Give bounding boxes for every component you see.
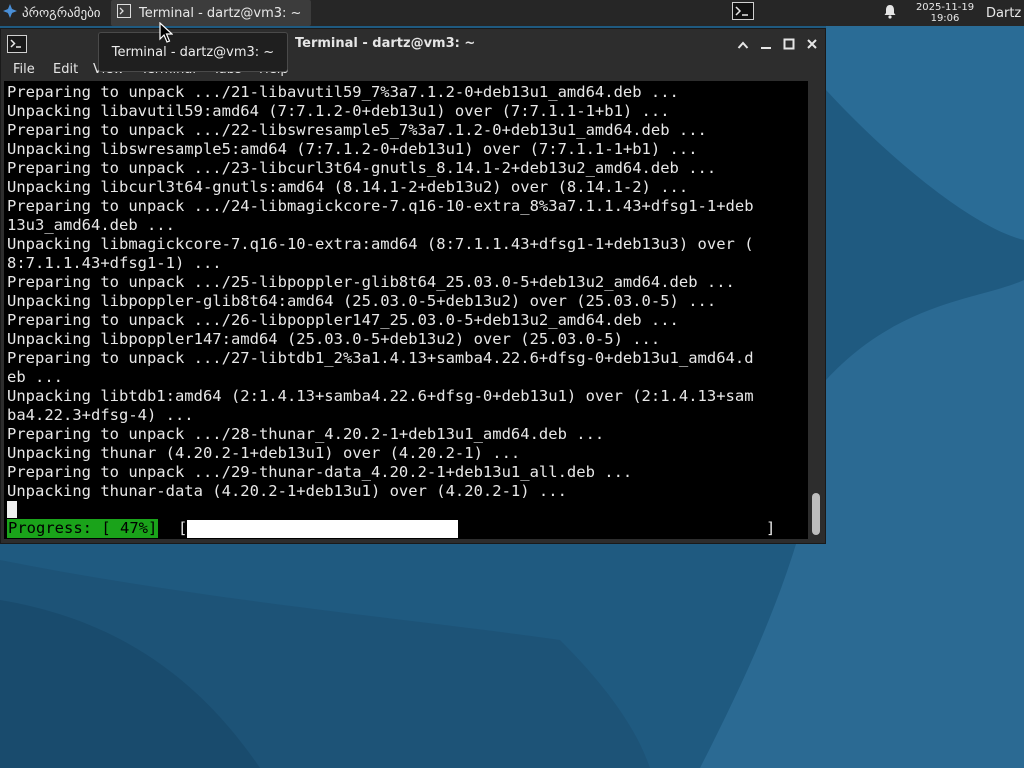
terminal-line: 8:7.1.1.43+dfsg1-1) ... [7,254,222,272]
terminal-cursor [7,501,17,518]
terminal-output[interactable]: Preparing to unpack .../21-libavutil59_7… [4,81,808,539]
terminal-line: Unpacking libcurl3t64-gnutls:amd64 (8.14… [7,178,689,196]
mouse-pointer-icon [159,22,173,43]
clock[interactable]: 2025-11-19 19:06 [906,0,984,26]
clock-date: 2025-11-19 [915,2,975,13]
minimize-button[interactable] [757,35,775,53]
terminal-line: Unpacking libswresample5:amd64 (7:7.1.2-… [7,140,698,158]
terminal-line: 13u3_amd64.deb ... [7,216,175,234]
terminal-launcher-icon [732,2,754,24]
apt-progress: Progress: [ 47%] [ ] [4,519,808,538]
taskbar-terminal-label: Terminal - dartz@vm3: ~ [139,5,302,21]
terminal-scrollbar[interactable] [809,81,823,539]
terminal-line: Unpacking libtdb1:amd64 (2:1.4.13+samba4… [7,387,754,405]
keep-above-button[interactable] [734,35,752,53]
terminal-line: Preparing to unpack .../21-libavutil59_7… [7,83,679,101]
taskbar-terminal-button[interactable]: Terminal - dartz@vm3: ~ [111,0,311,26]
terminal-line: Unpacking thunar (4.20.2-1+deb13u1) over… [7,444,521,462]
app-menu-label: პროგრამები [22,5,101,21]
terminal-line: Preparing to unpack .../26-libpoppler147… [7,311,679,329]
terminal-line: Unpacking libpoppler147:amd64 (25.03.0-5… [7,330,661,348]
clock-time: 19:06 [930,13,960,24]
progress-track [187,520,763,538]
terminal-text: Preparing to unpack .../21-libavutil59_7… [7,83,754,501]
terminal-window: Terminal - dartz@vm3: ~ File Edit View T… [0,28,826,544]
top-panel: პროგრამები Terminal - dartz@vm3: ~ 2025-… [0,0,1024,26]
notifications-button[interactable] [880,0,900,26]
bell-icon [883,4,897,23]
progress-label: Progress: [ 47%] [7,519,159,538]
app-menu-icon [2,3,18,23]
terminal-line: ba4.22.3+dfsg-4) ... [7,406,194,424]
terminal-line: eb ... [7,368,63,386]
close-button[interactable] [803,35,821,53]
terminal-icon [7,35,27,57]
chevron-up-icon [737,35,749,54]
terminal-line: Unpacking libmagickcore-7.q16-10-extra:a… [7,235,754,253]
taskbar-tooltip: Terminal - dartz@vm3: ~ [98,32,288,72]
terminal-line: Preparing to unpack .../29-thunar-data_4… [7,463,633,481]
maximize-icon [783,35,795,54]
close-icon [806,35,818,54]
menu-file[interactable]: File [13,62,35,77]
progress-open-bracket: [ [178,519,188,537]
terminal-line: Preparing to unpack .../28-thunar_4.20.2… [7,425,605,443]
menu-edit[interactable]: Edit [53,62,78,77]
terminal-line: Preparing to unpack .../23-libcurl3t64-g… [7,159,717,177]
terminal-line: Unpacking libavutil59:amd64 (7:7.1.2-0+d… [7,102,670,120]
terminal-line: Unpacking libpoppler-glib8t64:amd64 (25.… [7,292,717,310]
tooltip-text: Terminal - dartz@vm3: ~ [111,44,275,60]
terminal-line: Preparing to unpack .../25-libpoppler-gl… [7,273,735,291]
terminal-line: Preparing to unpack .../22-libswresample… [7,121,707,139]
user-menu[interactable]: Dartz [986,0,1024,26]
scrollbar-thumb[interactable] [812,493,820,535]
progress-close-bracket: ] [766,519,776,537]
minimize-icon [760,35,772,54]
terminal-launcher-button[interactable] [728,0,758,26]
user-name: Dartz [986,5,1022,21]
terminal-icon [117,4,131,22]
terminal-line: Unpacking thunar-data (4.20.2-1+deb13u1)… [7,482,567,500]
progress-fill [187,520,458,538]
app-menu-button[interactable]: პროგრამები [2,0,112,26]
maximize-button[interactable] [780,35,798,53]
terminal-line: Preparing to unpack .../24-libmagickcore… [7,197,754,215]
window-title: Terminal - dartz@vm3: ~ [295,36,476,51]
terminal-line: Preparing to unpack .../27-libtdb1_2%3a1… [7,349,754,367]
